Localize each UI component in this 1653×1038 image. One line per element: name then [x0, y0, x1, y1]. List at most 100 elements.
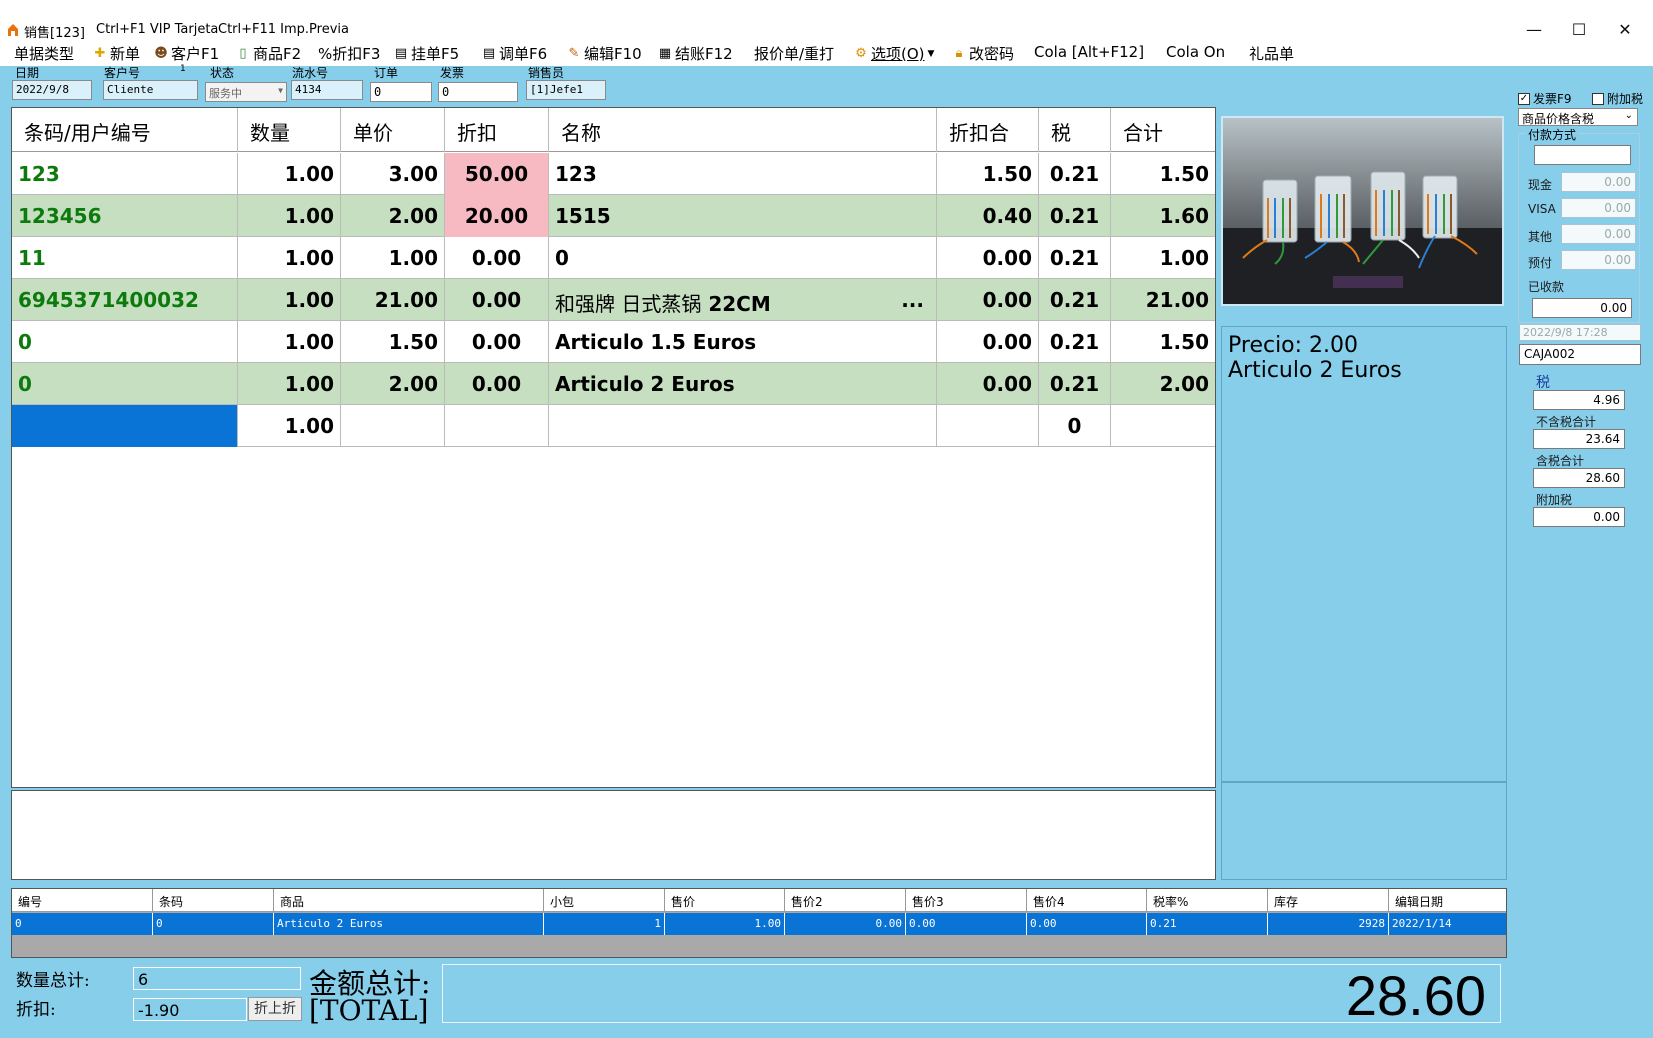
cell-code[interactable]: 0	[12, 321, 238, 363]
menu-customer[interactable]: ☻ 客户F1	[154, 43, 219, 64]
brow-barcode[interactable]: 0	[153, 913, 274, 935]
cell-discount-total[interactable]	[937, 405, 1039, 447]
cell-tax[interactable]: 0.21	[1039, 279, 1111, 321]
invoice-field[interactable]: 0	[438, 82, 518, 102]
menu-quote[interactable]: 报价单/重打	[754, 43, 834, 64]
cell-qty[interactable]: 1.00	[238, 279, 341, 321]
menu-discount[interactable]: %折扣F3	[318, 43, 380, 64]
date-field[interactable]: 2022/9/8	[12, 80, 92, 100]
menu-new[interactable]: ✚ 新单	[93, 43, 140, 64]
cell-tax[interactable]: 0.21	[1039, 321, 1111, 363]
bcol-price2[interactable]: 售价2	[785, 889, 906, 912]
cell-price[interactable]: 3.00	[341, 153, 445, 195]
cell-qty[interactable]: 1.00	[238, 321, 341, 363]
received-field[interactable]: 0.00	[1532, 298, 1632, 318]
cash-field[interactable]: 0.00	[1561, 172, 1636, 192]
cell-qty[interactable]: 1.00	[238, 237, 341, 279]
bcol-barcode[interactable]: 条码	[153, 889, 274, 912]
invoice-checkbox[interactable]: ✓ 发票F9	[1518, 90, 1572, 107]
bcol-edit-date[interactable]: 编辑日期	[1389, 889, 1506, 912]
price-mode-select[interactable]: 商品价格含税 ⌄	[1518, 108, 1638, 126]
menu-cola[interactable]: Cola [Alt+F12]	[1034, 43, 1144, 61]
bcol-id[interactable]: 编号	[12, 889, 153, 912]
table-row[interactable]: 0 1.00 2.00 0.00 Articulo 2 Euros 0.00 0…	[12, 363, 1215, 405]
cell-total[interactable]: 2.00	[1111, 363, 1215, 405]
cell-price[interactable]: 2.00	[341, 195, 445, 237]
table-row[interactable]: 123 1.00 3.00 50.00 123 1.50 0.21 1.50	[12, 153, 1215, 195]
cell-code[interactable]: 0	[12, 363, 238, 405]
cell-name[interactable]: 1515	[549, 195, 937, 237]
menu-gift[interactable]: 礼品单	[1249, 43, 1294, 64]
cell-tax[interactable]: 0.21	[1039, 237, 1111, 279]
bcol-price[interactable]: 售价	[665, 889, 785, 912]
cell-code[interactable]: 123	[12, 153, 238, 195]
brow-pack[interactable]: 1	[544, 913, 665, 935]
cell-discount-total[interactable]: 0.40	[937, 195, 1039, 237]
menu-edit[interactable]: ✎ 编辑F10	[567, 43, 642, 64]
col-discount-total[interactable]: 折扣合	[937, 108, 1039, 152]
cell-discount[interactable]: 0.00	[445, 237, 549, 279]
col-price[interactable]: 单价	[341, 108, 445, 152]
status-select[interactable]: 服务中 ▼	[205, 82, 287, 102]
menu-options[interactable]: ⚙ 选项(O) ▼	[854, 43, 934, 64]
menu-hold[interactable]: ▤ 挂单F5	[394, 43, 459, 64]
col-name[interactable]: 名称	[549, 108, 937, 152]
memo-area[interactable]	[11, 790, 1216, 880]
serial-field[interactable]: 4134	[291, 80, 363, 100]
bcol-stock[interactable]: 库存	[1268, 889, 1389, 912]
cell-total[interactable]	[1111, 405, 1215, 447]
other-field[interactable]: 0.00	[1561, 224, 1636, 244]
addtax-checkbox[interactable]: 附加税	[1592, 90, 1643, 107]
cell-total[interactable]: 1.00	[1111, 237, 1215, 279]
menu-password[interactable]: 🔒︎ 改密码	[952, 43, 1014, 64]
menu-recall[interactable]: ▤ 调单F6	[482, 43, 547, 64]
cell-tax[interactable]: 0.21	[1039, 363, 1111, 405]
close-button[interactable]: ✕	[1613, 18, 1637, 42]
cell-total[interactable]: 21.00	[1111, 279, 1215, 321]
cell-tax[interactable]: 0	[1039, 405, 1111, 447]
cell-code[interactable]: 123456	[12, 195, 238, 237]
cell-name[interactable]: Articulo 1.5 Euros	[549, 321, 937, 363]
cell-total[interactable]: 1.50	[1111, 321, 1215, 363]
cell-discount-total[interactable]: 0.00	[937, 279, 1039, 321]
brow-price[interactable]: 1.00	[665, 913, 785, 935]
maximize-button[interactable]: ☐	[1567, 18, 1591, 42]
extra-discount-button[interactable]: 折上折	[248, 997, 302, 1021]
code-entry-cell[interactable]	[12, 405, 238, 447]
brow-tax-rate[interactable]: 0.21	[1147, 913, 1268, 935]
cell-price[interactable]: 2.00	[341, 363, 445, 405]
cell-discount-total[interactable]: 0.00	[937, 363, 1039, 405]
menu-doc-type[interactable]: 单据类型	[14, 43, 74, 64]
cell-qty[interactable]: 1.00	[238, 195, 341, 237]
cell-discount[interactable]	[445, 405, 549, 447]
menu-product[interactable]: ▯ 商品F2	[236, 43, 301, 64]
bcol-tax-rate[interactable]: 税率%	[1147, 889, 1268, 912]
table-row[interactable]: 123456 1.00 2.00 20.00 1515 0.40 0.21 1.…	[12, 195, 1215, 237]
cell-code[interactable]: 6945371400032	[12, 279, 238, 321]
table-row[interactable]: 11 1.00 1.00 0.00 0 0.00 0.21 1.00	[12, 237, 1215, 279]
brow-price4[interactable]: 0.00	[1027, 913, 1147, 935]
table-row[interactable]: 6945371400032 1.00 21.00 0.00 和强牌 日式蒸锅 2…	[12, 279, 1215, 321]
cell-discount-total[interactable]: 0.00	[937, 321, 1039, 363]
cell-discount[interactable]: 0.00	[445, 321, 549, 363]
menu-checkout[interactable]: ▦ 结账F12	[658, 43, 733, 64]
cell-price[interactable]: 1.00	[341, 237, 445, 279]
cell-price[interactable]: 1.50	[341, 321, 445, 363]
brow-id[interactable]: 0	[12, 913, 153, 935]
brow-price3[interactable]: 0.00	[906, 913, 1027, 935]
cell-name[interactable]: 123	[549, 153, 937, 195]
bcol-pack[interactable]: 小包	[544, 889, 665, 912]
cell-price[interactable]: 21.00	[341, 279, 445, 321]
brow-stock[interactable]: 2928	[1268, 913, 1389, 935]
cell-code[interactable]: 11	[12, 237, 238, 279]
cell-discount[interactable]: 20.00	[445, 195, 549, 237]
bcol-product[interactable]: 商品	[274, 889, 544, 912]
cell-discount[interactable]: 50.00	[445, 153, 549, 195]
menu-cola-on[interactable]: Cola On	[1166, 43, 1225, 61]
cell-discount[interactable]: 0.00	[445, 279, 549, 321]
cell-qty[interactable]: 1.00	[238, 153, 341, 195]
cell-discount-total[interactable]: 0.00	[937, 237, 1039, 279]
table-row[interactable]: 0 1.00 1.50 0.00 Articulo 1.5 Euros 0.00…	[12, 321, 1215, 363]
cell-name[interactable]: 和强牌 日式蒸锅 22CM...	[549, 279, 937, 321]
brow-edit-date[interactable]: 2022/1/14	[1389, 913, 1506, 935]
